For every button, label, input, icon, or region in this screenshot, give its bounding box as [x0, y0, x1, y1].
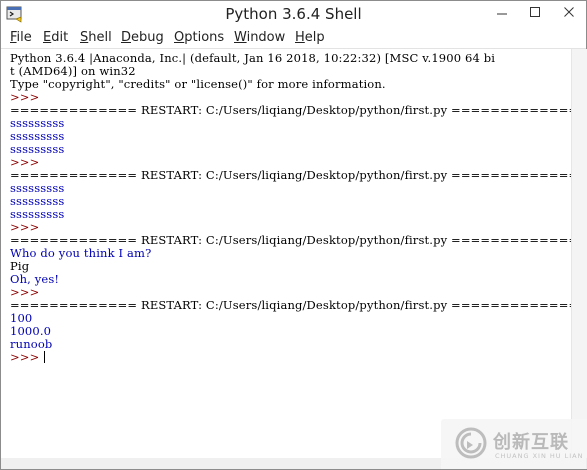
watermark-brand: 创新互联: [493, 432, 569, 453]
maximize-icon: [530, 7, 540, 17]
idle-shell-window: Python 3.6.4 Shell File Edit Shell Debug…: [0, 0, 587, 470]
menu-window[interactable]: Window: [234, 30, 285, 45]
title-bar[interactable]: Python 3.6.4 Shell: [1, 1, 586, 28]
vertical-scrollbar[interactable]: [571, 49, 587, 458]
shell-line: ============= RESTART: C:/Users/liqiang/…: [10, 103, 571, 117]
close-button[interactable]: [552, 1, 586, 23]
menu-options[interactable]: Options: [174, 30, 224, 45]
chuangxin-logo-icon: [455, 427, 487, 459]
watermark: 创新互联 CHUANG XIN HU LIAN: [441, 419, 587, 469]
watermark-subtext: CHUANG XIN HU LIAN: [495, 452, 584, 460]
menu-help[interactable]: Help: [295, 30, 325, 45]
minimize-button[interactable]: [486, 1, 518, 23]
shell-line: ============= RESTART: C:/Users/liqiang/…: [10, 168, 571, 182]
shell-line: Type "copyright", "credits" or "license(…: [10, 77, 386, 91]
shell-line: ============= RESTART: C:/Users/liqiang/…: [10, 298, 571, 312]
close-icon: [564, 7, 574, 17]
menu-edit[interactable]: Edit: [43, 30, 68, 45]
shell-output-area[interactable]: Python 3.6.4 |Anaconda, Inc.| (default, …: [1, 49, 571, 458]
shell-line: Who do you think I am?: [10, 246, 152, 260]
menu-debug[interactable]: Debug: [121, 30, 164, 45]
shell-line: >>>: [10, 350, 46, 364]
text-cursor: [44, 351, 46, 363]
maximize-button[interactable]: [519, 1, 551, 23]
menu-shell[interactable]: Shell: [80, 30, 112, 45]
menu-file[interactable]: File: [10, 30, 32, 45]
menu-bar: File Edit Shell Debug Options Window Hel…: [1, 28, 586, 49]
minimize-icon: [497, 13, 507, 15]
